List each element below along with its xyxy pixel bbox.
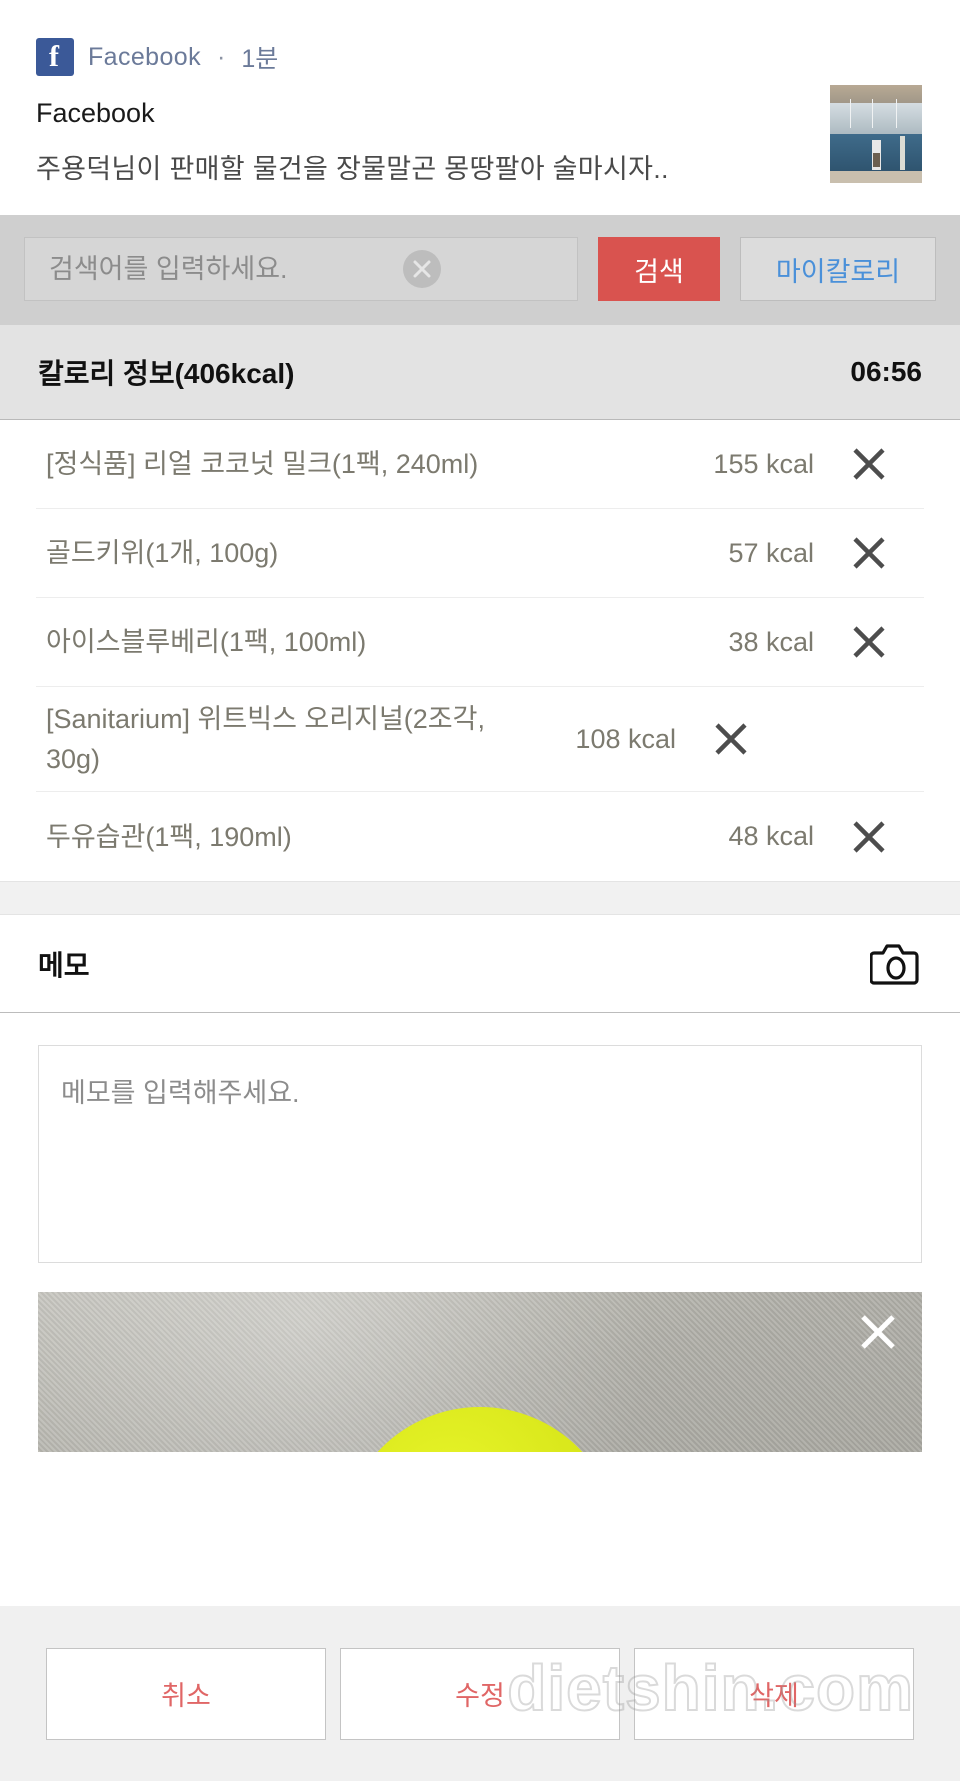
calorie-info-header: 칼로리 정보(406kcal) 06:56 <box>0 325 960 420</box>
facebook-logo-icon <box>36 38 74 76</box>
action-bar: 취소 수정 삭제 <box>0 1606 960 1781</box>
notification-app-name: Facebook <box>88 42 201 71</box>
memo-photo[interactable] <box>38 1292 922 1452</box>
remove-photo-icon[interactable] <box>852 1306 904 1361</box>
food-name: 아이스블루베리(1팩, 100ml) <box>46 627 367 657</box>
table-row[interactable]: [정식품] 리얼 코코넛 밀크(1팩, 240ml) 155 kcal <box>36 420 924 509</box>
clear-search-icon[interactable] <box>403 250 441 288</box>
notification-header: Facebook · 1분 <box>36 30 924 84</box>
food-name: 골드키위(1개, 100g) <box>46 538 279 568</box>
search-input[interactable] <box>25 238 577 300</box>
remove-food-icon[interactable] <box>676 717 786 761</box>
food-name: 두유습관(1팩, 190ml) <box>46 821 292 852</box>
notification-thumbnail <box>830 85 922 183</box>
search-input-container[interactable] <box>24 237 578 301</box>
memo-label: 메모 <box>38 949 90 981</box>
notification-time-ago: 1분 <box>241 45 279 73</box>
calorie-info-title: 칼로리 정보(406kcal) <box>38 358 295 389</box>
cancel-button[interactable]: 취소 <box>46 1647 326 1740</box>
food-kcal: 155 kcal <box>713 448 814 479</box>
remove-food-icon[interactable] <box>814 620 924 664</box>
search-button[interactable]: 검색 <box>598 237 720 301</box>
remove-food-icon[interactable] <box>814 531 924 575</box>
table-row[interactable]: 아이스블루베리(1팩, 100ml) 38 kcal <box>36 598 924 687</box>
food-name: [Sanitarium] 위트빅스 오리지널(2조각, 30g) <box>46 704 485 774</box>
notification-title: Facebook <box>36 98 155 128</box>
memo-header: 메모 <box>0 915 960 1013</box>
table-row[interactable]: 두유습관(1팩, 190ml) 48 kcal <box>36 792 924 881</box>
notification-separator: · <box>217 42 226 71</box>
food-list: [정식품] 리얼 코코넛 밀크(1팩, 240ml) 155 kcal 골드키위… <box>0 420 960 881</box>
delete-button[interactable]: 삭제 <box>634 1647 914 1740</box>
food-kcal: 38 kcal <box>728 626 814 657</box>
food-kcal: 108 kcal <box>575 723 676 754</box>
my-calorie-button[interactable]: 마이칼로리 <box>740 237 936 301</box>
facebook-notification-banner[interactable]: Facebook · 1분 Facebook 주용덕님이 판매할 물건을 장물말… <box>0 0 960 215</box>
notification-body: 주용덕님이 판매할 물건을 장물말곤 몽땅팔아 술마시자.. <box>36 154 669 184</box>
remove-food-icon[interactable] <box>814 442 924 486</box>
search-bar: 검색 마이칼로리 <box>0 215 960 325</box>
table-row[interactable]: 골드키위(1개, 100g) 57 kcal <box>36 509 924 598</box>
camera-icon[interactable] <box>870 941 922 987</box>
memo-textarea[interactable] <box>38 1045 922 1263</box>
section-divider <box>0 881 960 915</box>
calorie-info-time: 06:56 <box>850 356 922 387</box>
food-kcal: 48 kcal <box>728 821 814 851</box>
memo-input-container <box>0 1013 960 1268</box>
food-name: [정식품] 리얼 코코넛 밀크(1팩, 240ml) <box>46 449 479 479</box>
edit-button[interactable]: 수정 <box>340 1647 620 1740</box>
table-row[interactable]: [Sanitarium] 위트빅스 오리지널(2조각, 30g) 108 kca… <box>36 687 924 792</box>
food-kcal: 57 kcal <box>728 537 814 568</box>
remove-food-icon[interactable] <box>814 815 924 859</box>
